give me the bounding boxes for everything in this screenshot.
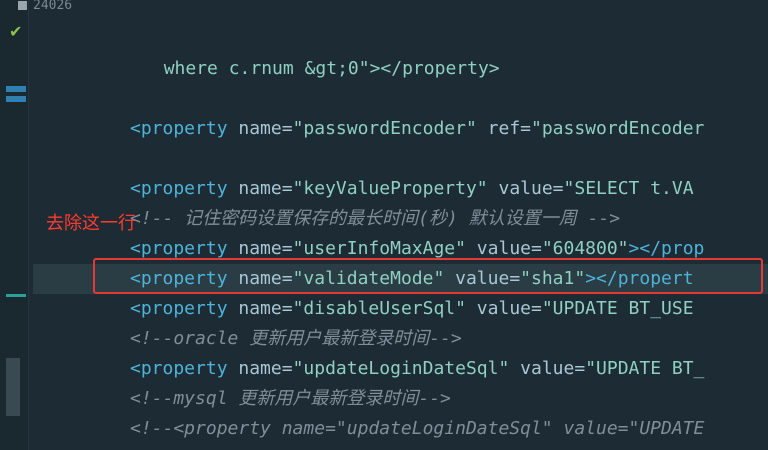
code-token: name= [227,238,293,259]
code-token: <property [130,118,228,139]
code-line-3: <property name="keyValueProperty" value=… [130,174,694,204]
code-comment: <!--<property name="updateLoginDateSql" … [130,418,705,439]
scroll-marker[interactable] [6,358,20,416]
code-token: "passwordEncoder" [292,118,477,139]
code-token: <property [130,358,228,379]
bookmark-marker [6,96,26,102]
code-token: where c.rnum &gt;0"></property> [163,58,500,79]
top-line-label: 24026 [33,0,73,13]
editor-gutter [0,0,29,450]
code-line-4: <!-- 记住密码设置保存的最长时间(秒) 默认设置一周 --> [130,204,620,234]
code-line-10: <!--mysql 更新用户最新登录时间--> [130,384,451,414]
code-token: <property [130,178,228,199]
code-token: name= [227,118,293,139]
square-icon [18,1,27,10]
code-comment: <!-- 记住密码设置保存的最长时间(秒) 默认设置一周 --> [130,208,621,229]
code-token: <property [130,238,228,259]
change-marker [6,294,26,297]
code-token: "passwordEncoder [531,118,705,139]
code-comment: <!--oracle 更新用户最新登录时间--> [130,328,462,349]
code-line-7: <property name="disableUserSql" value="U… [130,294,694,324]
code-comment: <!--mysql 更新用户最新登录时间--> [130,388,451,409]
code-line-11: <!--<property name="updateLoginDateSql" … [130,414,704,444]
code-line-2: <property name="passwordEncoder" ref="pa… [130,114,704,144]
code-token: "updateLoginDateSql" [292,358,510,379]
code-token: ></prop [628,238,705,259]
code-token: value= [465,298,542,319]
code-token: name= [227,358,293,379]
code-line-8: <!--oracle 更新用户最新登录时间--> [130,324,462,354]
annotation-highlight-box [93,258,763,294]
code-token: "keyValueProperty" [292,178,488,199]
code-line-1: where c.rnum &gt;0"></property> [142,24,500,79]
code-token: "SELECT t.VA [563,178,694,199]
code-token: value= [465,238,542,259]
code-token: value= [509,358,586,379]
code-token: "UPDATE BT_ [585,358,705,379]
code-token: "UPDATE BT_USE [541,298,694,319]
bookmark-marker [6,86,26,92]
code-token: "userInfoMaxAge" [292,238,466,259]
code-token: name= [227,178,293,199]
code-token: name= [227,298,293,319]
checkmark-icon: ✔ [9,22,23,41]
code-token: ref= [476,118,531,139]
code-token: "disableUserSql" [292,298,466,319]
code-token: "604800" [541,238,629,259]
code-line-9: <property name="updateLoginDateSql" valu… [130,354,704,384]
code-token: <property [130,298,228,319]
code-token: value= [487,178,564,199]
annotation-note: 去除这一行 [46,213,136,234]
top-line: 24026 [0,0,768,12]
